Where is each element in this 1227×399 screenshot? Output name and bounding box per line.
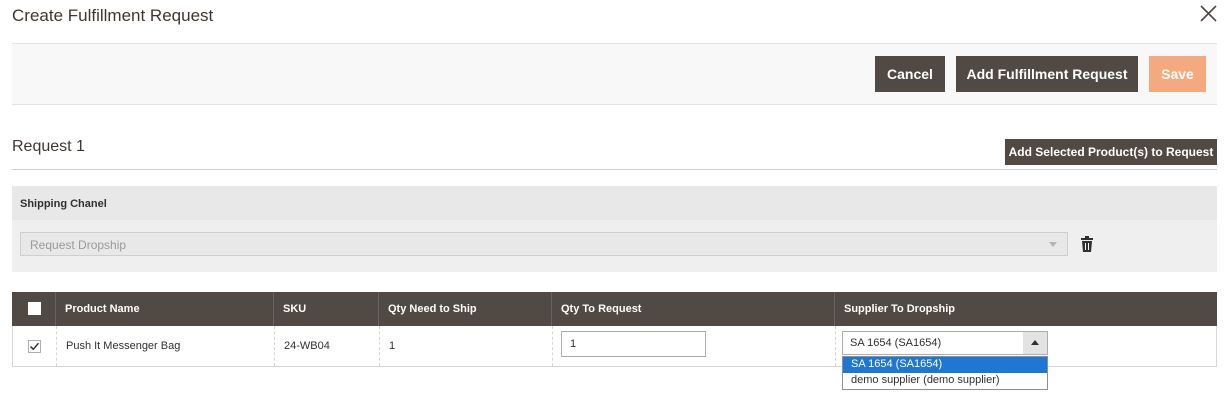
shipping-channel-panel: Shipping Chanel Request Dropship — [12, 186, 1217, 272]
row-checkbox-cell — [13, 326, 56, 366]
cancel-button[interactable]: Cancel — [875, 56, 945, 92]
trash-icon[interactable] — [1080, 236, 1094, 252]
column-header-qty-request: Qty To Request — [551, 292, 834, 326]
supplier-option[interactable]: demo supplier (demo supplier) — [843, 373, 1047, 389]
supplier-select-toggle[interactable] — [1023, 332, 1047, 354]
column-header-qty-need: Qty Need to Ship — [378, 292, 551, 326]
save-button[interactable]: Save — [1149, 56, 1206, 92]
request-title: Request 1 — [12, 138, 85, 155]
add-fulfillment-request-button[interactable]: Add Fulfillment Request — [956, 56, 1138, 92]
qty-to-request-input[interactable] — [561, 331, 706, 357]
shipping-channel-select[interactable]: Request Dropship — [20, 232, 1068, 256]
close-icon[interactable] — [1198, 3, 1220, 25]
modal-title: Create Fulfillment Request — [12, 6, 214, 25]
shipping-channel-value: Request Dropship — [30, 238, 127, 252]
table-header: Product Name SKU Qty Need to Ship Qty To… — [12, 292, 1217, 326]
column-header-product-name: Product Name — [55, 292, 273, 326]
column-header-sku: SKU — [273, 292, 378, 326]
divider — [12, 169, 1217, 170]
shipping-channel-label: Shipping Chanel — [20, 198, 107, 210]
column-header-supplier: Supplier To Dropship — [834, 292, 1217, 326]
supplier-selected-value: SA 1654 (SA1654) — [850, 337, 942, 349]
add-selected-products-button[interactable]: Add Selected Product(s) to Request — [1005, 139, 1217, 165]
dropdown-arrow-icon — [1049, 242, 1057, 247]
supplier-option[interactable]: SA 1654 (SA1654) — [843, 357, 1047, 373]
product-name-cell: Push It Messenger Bag — [56, 326, 274, 366]
dropdown-arrow-icon — [1031, 340, 1039, 345]
checkmark-icon — [29, 342, 40, 350]
shipping-channel-header: Shipping Chanel — [12, 186, 1217, 220]
supplier-select[interactable]: SA 1654 (SA1654) — [842, 331, 1048, 355]
select-all-checkbox[interactable] — [28, 302, 41, 315]
modal-toolbar: Cancel Add Fulfillment Request Save — [12, 43, 1217, 105]
qty-need-cell: 1 — [379, 326, 552, 366]
row-checkbox[interactable] — [28, 339, 41, 353]
sku-cell: 24-WB04 — [274, 326, 379, 366]
supplier-dropdown-list: SA 1654 (SA1654) demo supplier (demo sup… — [842, 356, 1048, 390]
